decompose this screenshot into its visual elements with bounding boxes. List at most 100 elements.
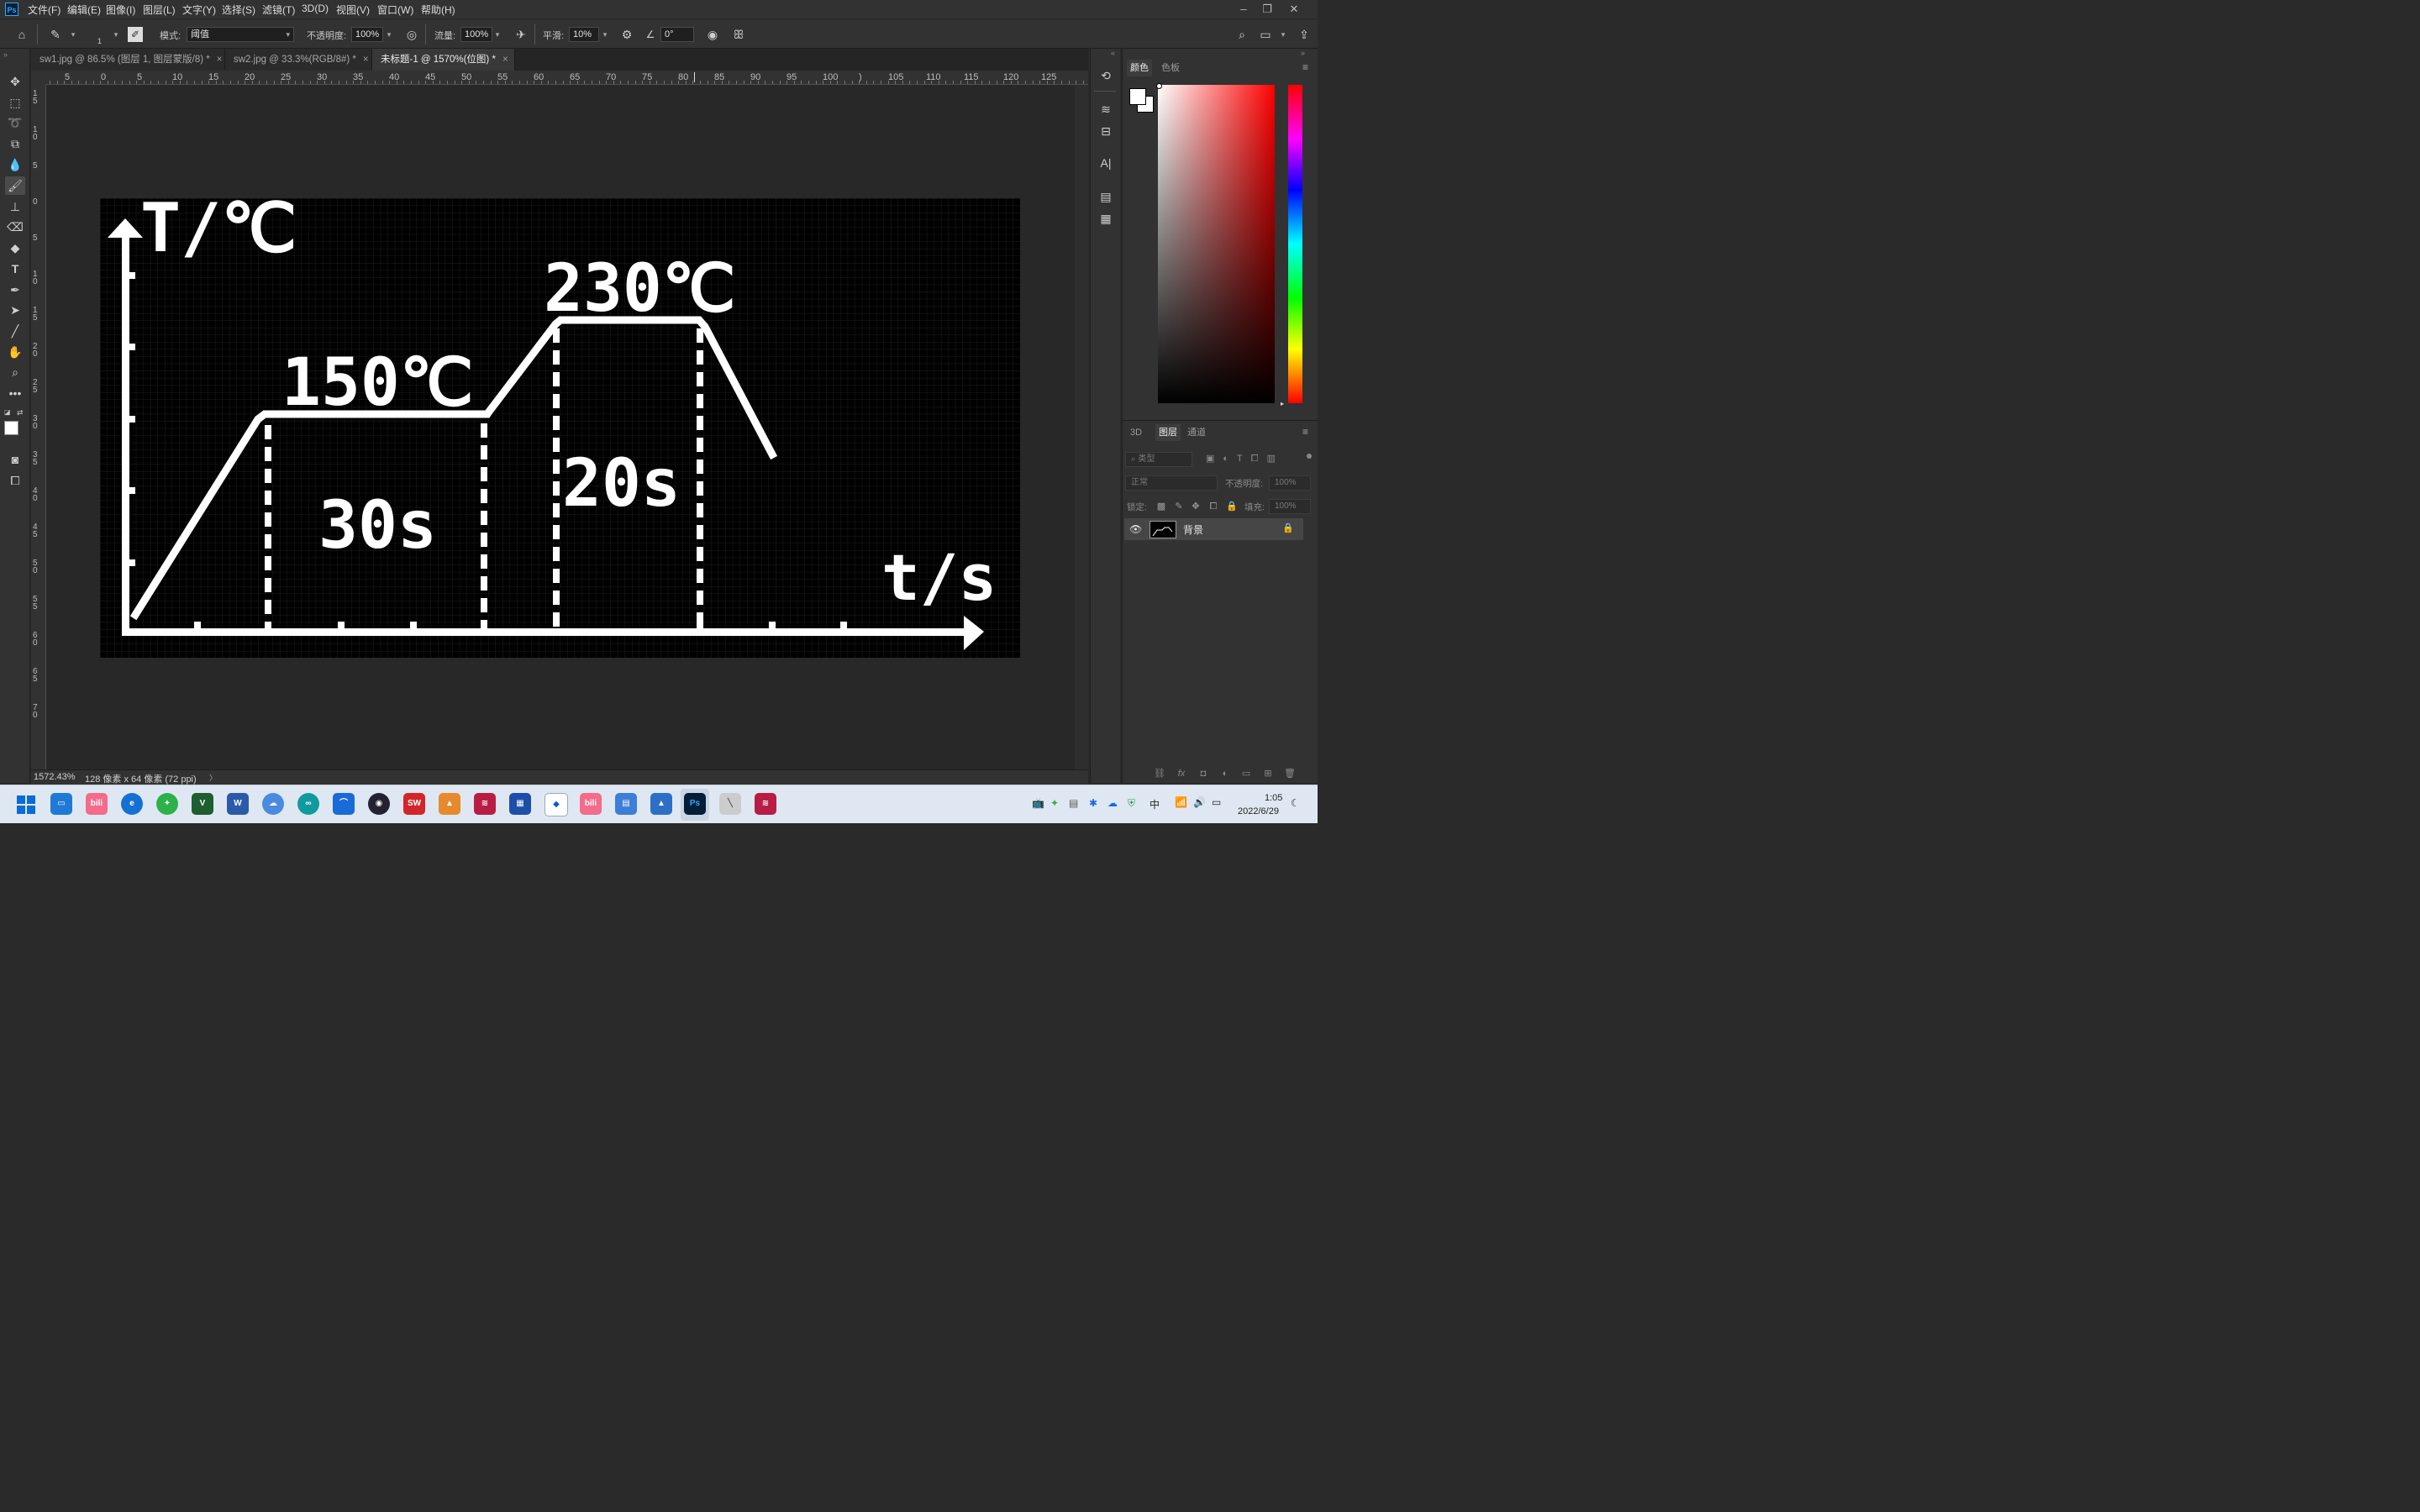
wechat-icon[interactable]: ✦ xyxy=(156,793,178,815)
brush-settings-panel-icon[interactable]: ≋ xyxy=(1097,101,1114,118)
photoshop-taskbar-icon[interactable]: Ps xyxy=(684,793,706,815)
tray-cloud-icon[interactable]: ☁ xyxy=(1107,797,1118,809)
document-canvas[interactable]: T/℃ t/s 150℃ 230℃ 30s 20s xyxy=(100,189,1020,658)
notes-panel-icon[interactable]: ▦ xyxy=(1097,210,1114,227)
tray-bluetooth-icon[interactable]: ✱ xyxy=(1089,797,1097,809)
adjustments-panel-icon[interactable]: ⊟ xyxy=(1097,123,1114,139)
object-select-tool-icon[interactable]: ⧉ xyxy=(5,134,25,153)
brush-preset-icon[interactable]: ✎ xyxy=(47,26,64,43)
pen-tool-icon[interactable]: ✒ xyxy=(5,281,25,299)
notification-icon[interactable]: ☾ xyxy=(1291,797,1300,809)
link-layers-icon[interactable]: ⛓ xyxy=(1152,766,1167,781)
more-tools-icon[interactable]: ••• xyxy=(5,384,25,402)
gear-icon[interactable]: ⚙ xyxy=(618,26,635,43)
pressure-opacity-icon[interactable]: ◎ xyxy=(403,26,420,43)
lock-pixels-icon[interactable]: ✎ xyxy=(1172,500,1186,513)
tray-bilibili-icon[interactable]: 📺 xyxy=(1032,797,1044,809)
tray-wechat-icon[interactable]: ✦ xyxy=(1050,797,1059,809)
brush-preset-dropdown[interactable]: ▾ xyxy=(67,27,79,42)
character-panel-icon[interactable]: A| xyxy=(1097,155,1114,171)
wifi-icon[interactable]: 📶 xyxy=(1175,796,1187,808)
tab-sw1[interactable]: sw1.jpg @ 86.5% (图层 1, 图层蒙版/8) * × xyxy=(31,49,225,71)
debug-app-icon[interactable]: ≋ xyxy=(755,793,776,815)
smooth-dropdown[interactable]: ▾ xyxy=(599,27,611,42)
close-icon[interactable]: ✕ xyxy=(1286,2,1302,17)
add-mask-icon[interactable]: ◘ xyxy=(1196,766,1211,781)
vertical-ruler[interactable]: 15 10 5 0 5 10 15 20 25 30 35 40 45 50 55 60 65 70 xyxy=(31,85,46,769)
tab-layers[interactable]: 图层 xyxy=(1155,424,1181,441)
brush-tool-icon[interactable]: 🖌 xyxy=(5,176,25,195)
matlab-icon[interactable]: ▲ xyxy=(439,793,460,815)
airbrush-icon[interactable]: ✈ xyxy=(513,26,529,43)
layers-panel-menu-icon[interactable]: ≡ xyxy=(1302,426,1308,438)
opacity-dropdown[interactable]: ▾ xyxy=(383,27,395,42)
layer-row-background[interactable]: 👁 背景 🔒 xyxy=(1124,518,1303,540)
symmetry-icon[interactable]: ꕥ xyxy=(730,26,747,43)
history-panel-icon[interactable]: ⟲ xyxy=(1097,67,1114,84)
zoom-level[interactable]: 1572.43% xyxy=(34,772,76,782)
desktop-app-icon[interactable]: ▭ xyxy=(50,793,72,815)
solidworks-icon[interactable]: SW xyxy=(403,793,425,815)
menu-3d[interactable]: 3D(D) xyxy=(302,3,329,14)
notepad-icon[interactable]: ▤ xyxy=(615,793,637,815)
workspace-dropdown[interactable]: ▾ xyxy=(1277,27,1289,42)
layer-opacity-input[interactable]: 100% xyxy=(1269,475,1311,491)
menu-image[interactable]: 图像(I) xyxy=(106,3,135,17)
tab-untitled[interactable]: 未标题-1 @ 1570%(位图) * × xyxy=(372,49,515,71)
type-tool-icon[interactable]: T xyxy=(5,260,25,278)
word-icon[interactable]: W xyxy=(227,793,249,815)
menu-type[interactable]: 文字(Y) xyxy=(182,3,216,17)
smooth-input[interactable]: 10% xyxy=(569,27,599,42)
stamp-tool-icon[interactable]: ⊥ xyxy=(5,197,25,216)
tab-close-icon[interactable]: × xyxy=(363,55,369,65)
tab-channels[interactable]: 通道 xyxy=(1187,424,1206,441)
lasso-tool-icon[interactable]: ➰ xyxy=(5,113,25,132)
line-tool-icon[interactable]: ╱ xyxy=(5,322,25,340)
menu-window[interactable]: 窗口(W) xyxy=(377,3,413,17)
bilibili-icon[interactable]: bili xyxy=(86,793,108,815)
workspace-icon[interactable]: ▭ xyxy=(1257,26,1274,43)
menu-file[interactable]: 文件(F) xyxy=(28,3,60,17)
menu-layer[interactable]: 图层(L) xyxy=(143,3,176,17)
camera-app-icon[interactable]: ◉ xyxy=(368,793,390,815)
lock-transparency-icon[interactable]: ▩ xyxy=(1155,500,1168,513)
bilibili-live-icon[interactable]: bili xyxy=(580,793,602,815)
tab-3d[interactable]: 3D xyxy=(1130,424,1142,441)
pressure-size-icon[interactable]: ◉ xyxy=(704,26,721,43)
move-tool-icon[interactable]: ✥ xyxy=(5,72,25,91)
zoom-tool-icon[interactable]: ⌕ xyxy=(5,363,25,381)
keil-icon[interactable]: ≋ xyxy=(474,793,496,815)
eraser-tool-icon[interactable]: ⌫ xyxy=(5,218,25,236)
quick-mask-icon[interactable]: ◙ xyxy=(5,450,25,469)
fill-input[interactable]: 100% xyxy=(1269,499,1311,514)
tray-app-icon[interactable]: ▤ xyxy=(1069,797,1078,809)
tab-close-icon[interactable]: × xyxy=(217,55,223,65)
new-layer-icon[interactable]: ⊞ xyxy=(1260,766,1276,781)
layer-filter-select[interactable]: ⌕ 类型 xyxy=(1125,452,1192,467)
vertical-scrollbar[interactable] xyxy=(1075,85,1088,769)
opacity-input[interactable]: 100% xyxy=(351,27,383,42)
tab-color[interactable]: 颜色 xyxy=(1127,60,1152,76)
menu-view[interactable]: 视图(V) xyxy=(336,3,370,17)
screen-mode-icon[interactable]: ⧠ xyxy=(5,471,25,490)
restore-icon[interactable]: ❐ xyxy=(1259,2,1276,17)
flow-dropdown[interactable]: ▾ xyxy=(492,27,503,42)
brush-settings-icon[interactable]: ✐ xyxy=(128,27,143,42)
tab-swatches[interactable]: 色板 xyxy=(1161,60,1180,76)
vpn-app-icon[interactable]: ◆ xyxy=(544,793,568,816)
volume-icon[interactable]: 🔊 xyxy=(1193,796,1206,808)
default-colors-icon[interactable]: ◪ xyxy=(4,408,13,417)
fx-icon[interactable]: fx xyxy=(1174,766,1189,781)
properties-panel-icon[interactable]: ▤ xyxy=(1097,188,1114,205)
hue-slider[interactable] xyxy=(1288,85,1302,403)
edge-browser-icon[interactable]: e xyxy=(121,793,143,815)
marquee-tool-icon[interactable]: ⬚ xyxy=(5,93,25,112)
minimize-icon[interactable]: – xyxy=(1235,2,1252,17)
search-icon[interactable]: ⌕ xyxy=(1234,26,1250,43)
clock-time[interactable]: 1:05 xyxy=(1265,793,1282,803)
status-menu-arrow[interactable]: 〉 xyxy=(209,772,217,783)
visibility-eye-icon[interactable]: 👁 xyxy=(1129,523,1142,535)
menu-edit[interactable]: 编辑(E) xyxy=(67,3,101,17)
blend-mode-select[interactable]: 正常 xyxy=(1125,475,1218,491)
battery-icon[interactable]: ▭ xyxy=(1212,796,1221,808)
